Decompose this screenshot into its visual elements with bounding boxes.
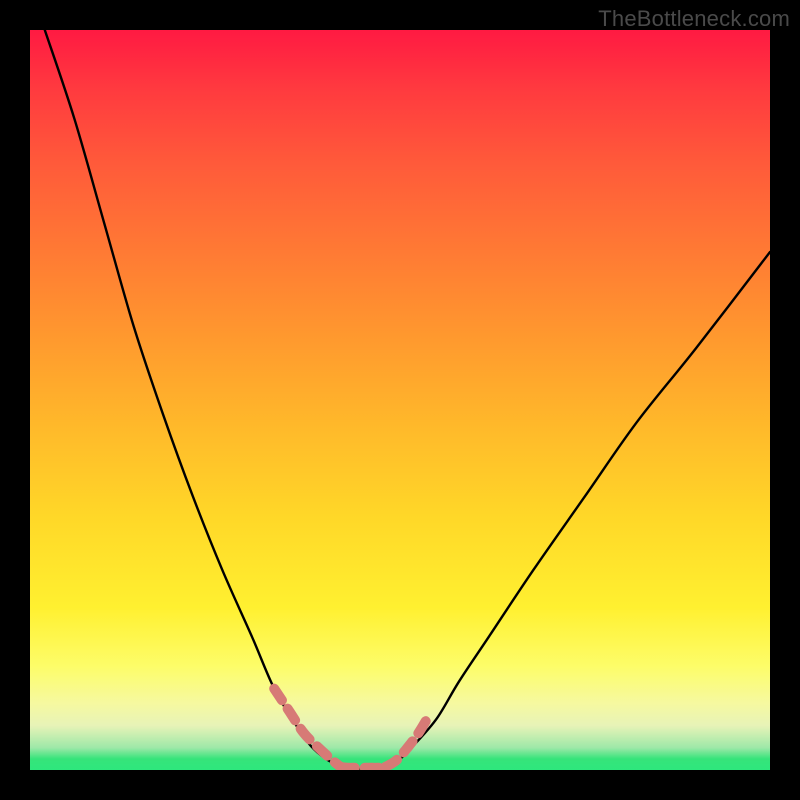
watermark-label: TheBottleneck.com [598, 6, 790, 32]
plot-area [30, 30, 770, 770]
marker-segments [274, 689, 429, 768]
chart-frame: TheBottleneck.com [0, 0, 800, 800]
right-curve [385, 252, 770, 767]
curve-layer [30, 30, 770, 770]
left-curve [45, 30, 341, 767]
